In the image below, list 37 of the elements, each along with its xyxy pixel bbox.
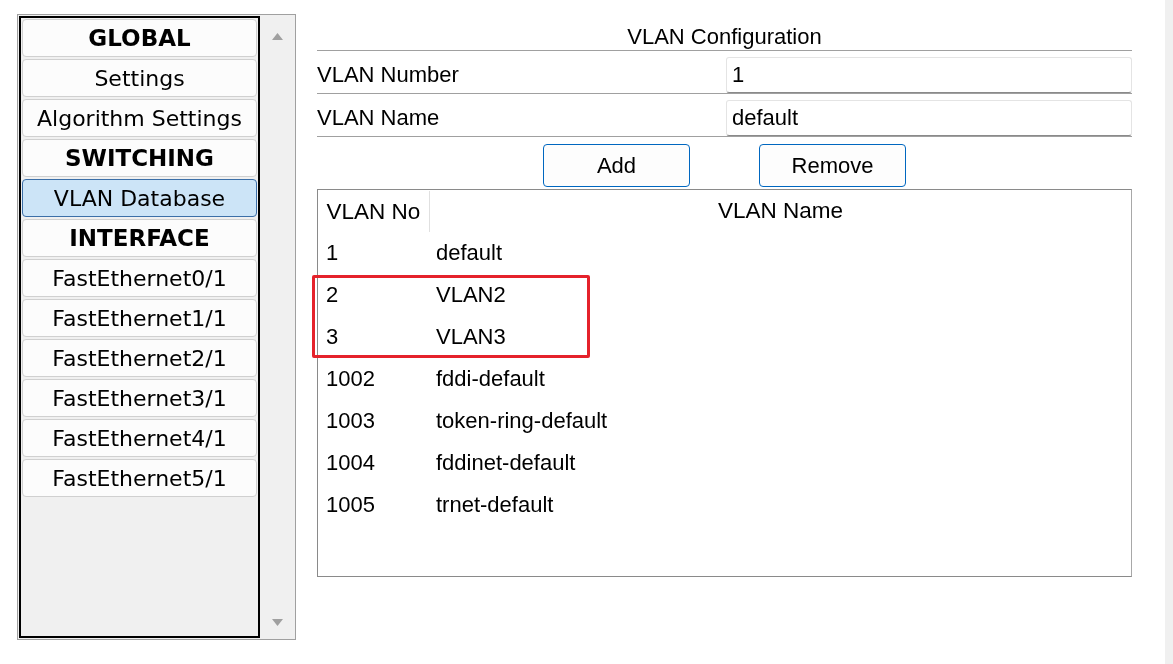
input-field[interactable]: default [726,100,1132,136]
table-cell-text: 1005 [325,492,376,518]
table-cell-text: VLAN2 [435,282,506,308]
column-header: VLAN Name [716,197,844,225]
table-cell-text: VLAN3 [435,324,506,350]
table-cell-text: default [435,240,503,266]
sidebar-item[interactable]: FastEthernet5/1 [22,459,257,497]
table-cell-text: 1002 [325,366,376,392]
section-header-button[interactable]: SWITCHING [22,139,257,177]
section-header-button[interactable]: INTERFACE [22,219,257,257]
table-cell-text: fddi-default [435,366,545,392]
sidebar-item[interactable]: FastEthernet1/1 [22,299,257,337]
table-cell-text: 1004 [325,450,376,476]
sidebar-item[interactable]: FastEthernet3/1 [22,379,257,417]
scroll-down-icon[interactable] [271,619,283,626]
sidebar-item[interactable]: FastEthernet2/1 [22,339,257,377]
table-cell-text: 2 [325,282,340,308]
input-field[interactable]: 1 [726,57,1132,93]
table-cell-text: token-ring-default [435,408,608,434]
sidebar-item[interactable]: FastEthernet0/1 [22,259,257,297]
sidebar-item[interactable]: Settings [22,59,257,97]
section-title: VLAN Configuration [317,24,1132,51]
scroll-up-icon[interactable] [271,33,283,40]
table-cell-text: 1 [325,240,340,266]
action-button[interactable]: Add [543,144,690,187]
table-cell-text: trnet-default [435,492,554,518]
table-cell-text: fddinet-default [435,450,576,476]
table-cell-text: 1003 [325,408,376,434]
field-label: VLAN Number [317,62,459,88]
sidebar-item[interactable]: VLAN Database [22,179,257,217]
table-cell-text: 3 [325,324,340,350]
sidebar-item[interactable]: Algorithm Settings [22,99,257,137]
column-header: VLAN No [318,191,430,232]
action-button[interactable]: Remove [759,144,906,187]
section-header-button[interactable]: GLOBAL [22,19,257,57]
field-label: VLAN Name [317,105,440,131]
sidebar-item[interactable]: FastEthernet4/1 [22,419,257,457]
